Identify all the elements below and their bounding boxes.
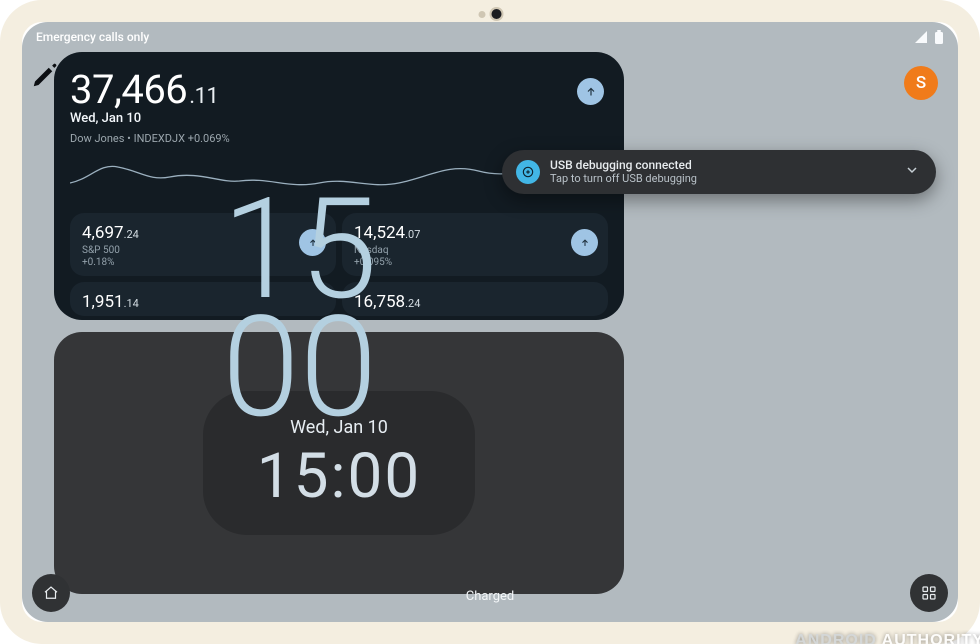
edit-pencil-icon[interactable]	[30, 60, 60, 94]
clock-pill: Wed, Jan 10 15:00	[203, 391, 475, 535]
battery-icon	[934, 30, 944, 44]
network-status: Emergency calls only	[36, 30, 149, 44]
primary-index-subline: Dow Jones • INDEXDJX +0.069%	[70, 132, 608, 145]
clock-widget[interactable]: Wed, Jan 10 15:00	[54, 332, 624, 594]
status-bar: Emergency calls only	[36, 26, 944, 48]
primary-index-date: Wed, Jan 10	[70, 111, 608, 126]
clock-date: Wed, Jan 10	[257, 417, 421, 438]
primary-trend-up-icon[interactable]	[577, 78, 604, 105]
primary-index-price: 37,466.11	[70, 66, 608, 113]
usb-debugging-notification[interactable]: USB debugging connected Tap to turn off …	[502, 150, 936, 194]
tablet-screen: Emergency calls only 37,466.11 Wed, Jan …	[22, 22, 958, 622]
chevron-down-icon[interactable]	[904, 162, 922, 182]
clock-time: 15:00	[257, 440, 421, 513]
notification-title: USB debugging connected	[550, 159, 904, 173]
user-avatar[interactable]: S	[904, 66, 938, 100]
trend-up-icon	[299, 229, 326, 256]
usb-icon	[516, 160, 540, 184]
battery-status-text: Charged	[22, 589, 958, 604]
mini-card-sp500[interactable]: 4,697.24 S&P 500 +0.18%	[70, 213, 336, 276]
mini-card-4[interactable]: 16,758.24	[342, 282, 608, 316]
trend-up-icon	[571, 229, 598, 256]
mini-card-3[interactable]: 1,951.14	[70, 282, 336, 316]
mini-card-nasdaq[interactable]: 14,524.07 Nasdaq +0.095%	[342, 213, 608, 276]
signal-icon	[914, 31, 928, 43]
status-icons	[914, 30, 944, 44]
notification-body: Tap to turn off USB debugging	[550, 173, 904, 186]
